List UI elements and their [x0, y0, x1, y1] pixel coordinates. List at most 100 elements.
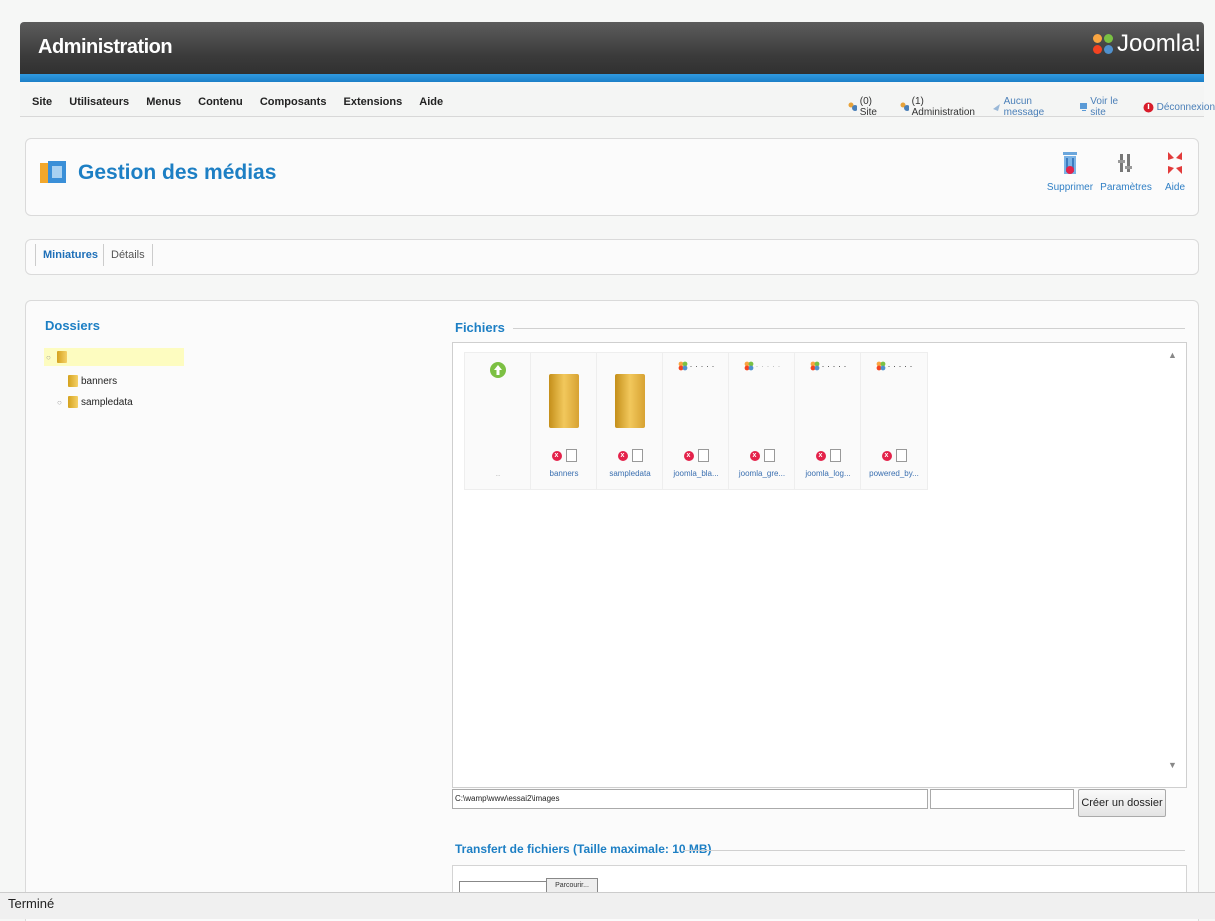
folder-icon [615, 374, 645, 428]
create-folder-button[interactable]: Créer un dossier [1078, 789, 1166, 817]
folder-up-icon [469, 357, 527, 449]
delete-icon[interactable]: x [551, 450, 562, 461]
thumb-label[interactable]: joomla_gre... [729, 469, 795, 478]
file-thumb[interactable]: · · · · · x powered_by... [860, 352, 928, 490]
thumb-actions: x [861, 449, 927, 462]
menu-menus[interactable]: Menus [146, 96, 181, 108]
delete-icon[interactable]: x [617, 450, 628, 461]
trash-icon [1055, 148, 1085, 178]
select-checkbox[interactable] [697, 449, 709, 462]
joomla-logo-icon: · · · · · [810, 361, 847, 371]
file-thumb[interactable]: x sampledata [596, 352, 664, 490]
delete-button[interactable]: Supprimer [1040, 148, 1100, 193]
joomla-logo-text: Joomla! [1117, 30, 1202, 57]
tab-thumbnails[interactable]: Miniatures [43, 249, 98, 261]
select-checkbox[interactable] [763, 449, 775, 462]
select-checkbox[interactable] [829, 449, 841, 462]
menu-components[interactable]: Composants [260, 96, 327, 108]
header-accent-bar [20, 74, 1204, 82]
users-icon [848, 102, 857, 111]
delete-icon[interactable]: x [881, 450, 892, 461]
admin-header [20, 22, 1204, 78]
users-icon [900, 102, 909, 111]
page-title: Gestion des médias [78, 161, 277, 184]
thumb-actions: x [597, 449, 663, 462]
expand-icon[interactable]: ○ [57, 398, 65, 407]
logout-icon [1143, 102, 1154, 112]
delete-label: Supprimer [1046, 182, 1094, 193]
file-thumb[interactable]: · · · · · x joomla_gre... [728, 352, 796, 490]
folder-up-cell[interactable]: .. [464, 352, 532, 490]
menu-site[interactable]: Site [32, 96, 52, 108]
folder-name-input[interactable] [930, 789, 1074, 809]
tab-divider [103, 244, 104, 266]
thumb-label[interactable]: banners [531, 469, 597, 478]
delete-icon[interactable]: x [683, 450, 694, 461]
help-button[interactable]: Aide [1150, 148, 1200, 193]
select-checkbox[interactable] [631, 449, 643, 462]
file-thumb[interactable]: x banners [530, 352, 598, 490]
image-thumb: · · · · · [799, 357, 857, 449]
folder-icon [549, 374, 579, 428]
menu-users[interactable]: Utilisateurs [69, 96, 129, 108]
browser-status-bar [0, 892, 1215, 919]
folder-thumb [535, 357, 593, 445]
tab-divider [152, 244, 153, 266]
collapse-icon[interactable]: ○ [46, 353, 54, 362]
tree-item-label: banners [81, 375, 118, 387]
path-field[interactable]: C:\wamp\www\essai2\images [452, 789, 928, 809]
menu-help[interactable]: Aide [419, 96, 443, 108]
params-button[interactable]: Paramètres [1096, 148, 1156, 193]
folder-up-label: .. [495, 469, 501, 478]
delete-icon[interactable]: x [815, 450, 826, 461]
upload-divider [683, 850, 1185, 851]
menu-extensions[interactable]: Extensions [344, 96, 403, 108]
delete-icon[interactable]: x [749, 450, 760, 461]
thumb-actions: x [729, 449, 795, 462]
thumb-label[interactable]: joomla_bla... [663, 469, 729, 478]
status-messages[interactable]: Aucun message [992, 96, 1067, 118]
thumb-actions: x [531, 449, 597, 462]
select-checkbox[interactable] [565, 449, 577, 462]
file-thumb[interactable]: · · · · · x joomla_bla... [662, 352, 730, 490]
status-logout[interactable]: Déconnexion [1143, 102, 1215, 113]
thumb-label[interactable]: powered_by... [861, 469, 927, 478]
settings-icon [1111, 148, 1141, 178]
folder-icon [68, 396, 78, 408]
monitor-icon [1079, 103, 1088, 111]
help-icon [1160, 148, 1190, 178]
thumb-label[interactable]: joomla_log... [795, 469, 861, 478]
tree-item-banners[interactable]: banners [68, 375, 117, 387]
status-text: Terminé [8, 896, 55, 911]
select-checkbox[interactable] [895, 449, 907, 462]
status-links: (0) Site (1) Administration Aucun messag… [848, 96, 1215, 118]
view-tabs-panel [25, 239, 1199, 275]
tab-details[interactable]: Détails [111, 249, 145, 261]
file-thumb[interactable]: · · · · · x joomla_log... [794, 352, 862, 490]
joomla-logo-icon [1093, 34, 1113, 54]
tab-divider [35, 244, 36, 266]
joomla-logo-icon: · · · · · [744, 361, 781, 371]
menu-content[interactable]: Contenu [198, 96, 243, 108]
folder-icon [68, 375, 78, 387]
tree-item-label: sampledata [81, 396, 133, 408]
scroll-down-icon[interactable]: ▼ [1168, 760, 1177, 770]
thumb-actions: x [663, 449, 729, 462]
folder-icon [57, 351, 67, 363]
folder-thumb [601, 357, 659, 445]
status-view-site[interactable]: Voir le site [1079, 96, 1131, 118]
message-icon [992, 104, 1000, 111]
files-title: Fichiers [455, 320, 505, 335]
status-site[interactable]: (0) Site [848, 96, 888, 118]
thumb-label[interactable]: sampledata [597, 469, 663, 478]
tree-item-sampledata[interactable]: ○ sampledata [57, 396, 133, 408]
status-admin[interactable]: (1) Administration [900, 96, 980, 118]
joomla-logo-icon: · · · · · [678, 361, 715, 371]
thumb-actions: x [795, 449, 861, 462]
scroll-up-icon[interactable]: ▲ [1168, 350, 1177, 360]
folders-title: Dossiers [45, 318, 100, 333]
tree-root-item[interactable]: ○ [46, 351, 70, 363]
image-thumb: · · · · · [865, 357, 923, 449]
help-label: Aide [1164, 182, 1185, 193]
image-thumb: · · · · · [667, 357, 725, 449]
